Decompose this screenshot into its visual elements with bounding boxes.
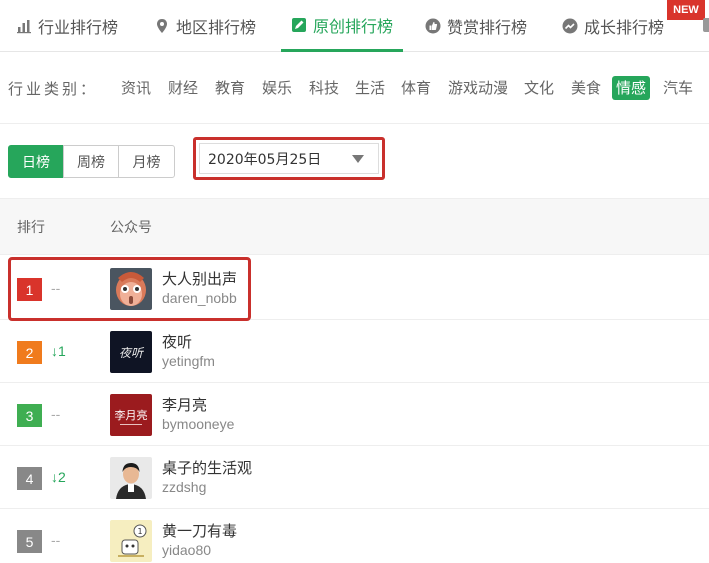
category-education[interactable]: 教育 [211, 76, 249, 100]
date-select-value: 2020年05月25日 [208, 151, 322, 168]
table-row[interactable]: 2 ↓1 夜听 夜听 yetingfm [0, 320, 709, 383]
row-highlight-frame [8, 257, 251, 321]
period-daily-button[interactable]: 日榜 [8, 145, 64, 178]
tab-label: 原创排行榜 [313, 16, 394, 36]
account-id: zzdshg [162, 479, 207, 495]
table-row[interactable]: 4 ↓2 桌子的生活观 zzdshg [0, 446, 709, 509]
avatar-text: 夜听 [119, 346, 145, 360]
period-monthly-button[interactable]: 月榜 [118, 145, 175, 178]
tab-appreciation-ranking[interactable]: 赞赏排行榜 [425, 0, 527, 52]
growth-icon [562, 18, 578, 34]
tab-original-ranking[interactable]: 原创排行榜 [281, 0, 404, 52]
tab-label: 赞赏排行榜 [447, 18, 528, 37]
avatar[interactable]: 李月亮 [110, 394, 152, 436]
table-row[interactable]: 3 -- 李月亮 李月亮 bymooneye [0, 383, 709, 446]
new-badge: NEW [667, 0, 705, 20]
rank-badge: 2 [17, 341, 42, 364]
category-auto[interactable]: 汽车 [659, 76, 697, 100]
tab-industry-ranking[interactable]: 行业排行榜 [16, 0, 118, 52]
tab-label: 行业排行榜 [38, 18, 119, 37]
avatar[interactable] [110, 457, 152, 499]
account-id: yetingfm [162, 353, 215, 369]
thumbs-up-icon [425, 18, 441, 34]
tab-growth-ranking[interactable]: 成长排行榜 [562, 0, 664, 52]
account-name[interactable]: 夜听 [162, 331, 192, 352]
avatar-text: 李月亮 [115, 408, 148, 422]
rank-badge: 5 [17, 530, 42, 553]
period-weekly-button[interactable]: 周榜 [63, 145, 119, 178]
tab-label: 成长排行榜 [584, 18, 665, 37]
category-entertainment[interactable]: 娱乐 [258, 76, 296, 100]
rank-change: -- [51, 406, 61, 422]
tab-label: 地区排行榜 [176, 18, 257, 37]
caret-down-icon [352, 155, 364, 163]
edit-icon [291, 17, 307, 33]
avatar[interactable]: 1 [110, 520, 152, 562]
category-food[interactable]: 美食 [567, 76, 605, 100]
svg-text:1: 1 [137, 527, 142, 536]
account-id: yidao80 [162, 542, 212, 558]
account-id: bymooneye [162, 416, 235, 432]
category-games-anime[interactable]: 游戏动漫 [444, 76, 512, 100]
table-row[interactable]: 5 -- 1 黄一刀有毒 yidao80 [0, 509, 709, 563]
rank-column-header: 排行 [17, 220, 45, 236]
ranking-tabs: 行业排行榜 地区排行榜 原创排行榜 赞赏排行榜 成长排行榜 NEW [0, 0, 709, 52]
category-life[interactable]: 生活 [351, 76, 389, 100]
category-culture[interactable]: 文化 [520, 76, 558, 100]
rank-change: ↓2 [51, 469, 66, 485]
category-finance[interactable]: 财经 [164, 76, 202, 100]
date-select[interactable]: 2020年05月25日 [199, 143, 379, 174]
rank-badge: 4 [17, 467, 42, 490]
bar-chart-icon [16, 18, 32, 34]
divider [0, 123, 709, 124]
table-header: 排行 公众号 [0, 198, 709, 255]
category-news[interactable]: 资讯 [117, 76, 155, 100]
rank-badge: 3 [17, 404, 42, 427]
avatar[interactable]: 夜听 [110, 331, 152, 373]
account-name[interactable]: 桌子的生活观 [162, 457, 252, 478]
category-tech[interactable]: 科技 [305, 76, 343, 100]
location-pin-icon [154, 18, 170, 34]
account-name[interactable]: 李月亮 [162, 394, 207, 415]
account-column-header: 公众号 [110, 220, 152, 236]
category-sports[interactable]: 体育 [397, 76, 435, 100]
rank-change: ↓1 [51, 343, 66, 359]
more-tab-icon[interactable] [703, 18, 709, 32]
tab-region-ranking[interactable]: 地区排行榜 [154, 0, 256, 52]
category-label: 行业类别： [8, 80, 99, 98]
category-emotion[interactable]: 情感 [612, 76, 651, 100]
category-filter: 行业类别： 资讯 财经 教育 娱乐 科技 生活 体育 游戏动漫 文化 美食 情感… [0, 70, 709, 106]
account-name[interactable]: 黄一刀有毒 [162, 520, 237, 541]
rank-change: -- [51, 532, 61, 548]
